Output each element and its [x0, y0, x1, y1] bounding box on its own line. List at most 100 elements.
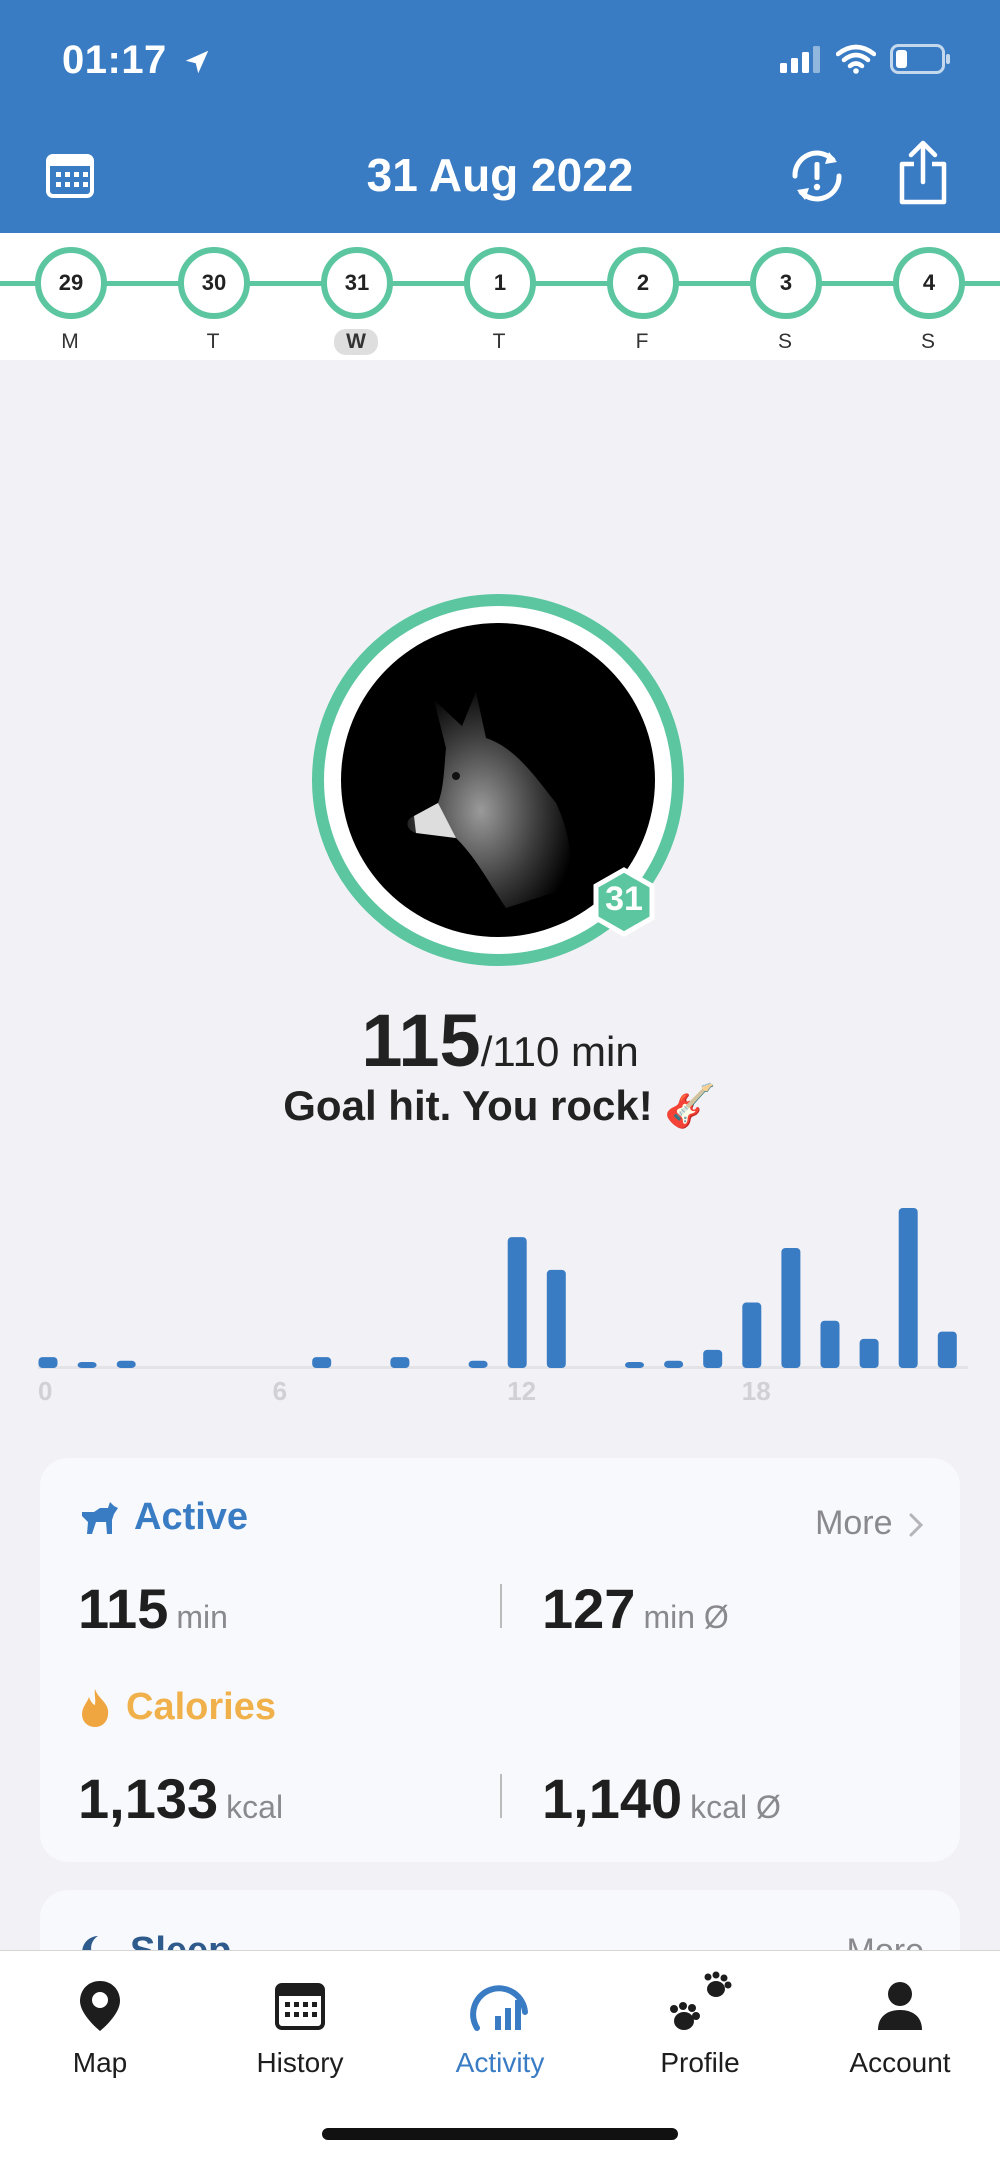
app-header: 01:17 31 Aug 2022	[0, 0, 1000, 233]
chart-bar-hour-19	[781, 1248, 801, 1368]
chart-bar-hour-11	[468, 1360, 488, 1368]
active-minutes-value: 115	[361, 999, 481, 1082]
day-badge-text: 31	[605, 880, 643, 918]
active-value: 115	[78, 1577, 169, 1640]
chart-bar-hour-16	[664, 1360, 684, 1368]
calories-avg-value: 1,140	[542, 1767, 683, 1830]
day-number: 2	[607, 247, 679, 319]
sync-alert-button[interactable]	[785, 146, 849, 211]
home-indicator	[322, 2128, 678, 2140]
battery-icon	[890, 44, 950, 74]
page-title: 31 Aug 2022	[366, 149, 634, 201]
day-number: 1	[464, 247, 536, 319]
person-icon	[878, 1982, 922, 2030]
signal-icon	[780, 46, 820, 73]
day-3[interactable]: 3 S	[750, 247, 822, 355]
active-header: Active	[78, 1496, 248, 1539]
day-number: 30	[178, 247, 250, 319]
tab-label: History	[256, 2047, 344, 2078]
dog-avatar[interactable]: 31	[306, 588, 690, 972]
calories-avg-unit: kcal Ø	[690, 1789, 781, 1825]
chart-tick-label: 0	[38, 1376, 52, 1406]
calendar-icon	[275, 1983, 325, 2030]
day-number: 3	[750, 247, 822, 319]
tab-history[interactable]: History	[200, 1971, 400, 2079]
goal-minutes: /110 min	[480, 1028, 639, 1075]
activity-score: 115/110 min	[0, 998, 1000, 1083]
active-minutes-stat: 115 min	[78, 1576, 228, 1641]
chart-tick-label: 12	[507, 1376, 536, 1406]
calories-title: Calories	[126, 1686, 276, 1728]
tab-activity[interactable]: Activity	[400, 1971, 600, 2079]
sync-alert-icon	[792, 150, 842, 202]
day-number: 4	[893, 247, 965, 319]
status-icons	[780, 44, 952, 74]
chart-bar-hour-15	[625, 1362, 644, 1368]
hourly-activity-chart: 0 6 12 18	[30, 1200, 970, 1420]
chart-bar-hour-0	[38, 1357, 58, 1368]
day-30[interactable]: 30 T	[178, 247, 250, 355]
day-letter: S	[777, 330, 792, 353]
chart-bar-hour-1	[77, 1362, 97, 1368]
tab-label: Profile	[660, 2047, 740, 2078]
chart-tick-label: 6	[273, 1376, 287, 1406]
day-1[interactable]: 1 T	[464, 247, 536, 355]
walking-dog-icon	[82, 1501, 118, 1534]
tab-label: Activity	[455, 2047, 545, 2078]
tab-label: Account	[849, 2047, 951, 2078]
chart-bar-hour-13	[546, 1269, 566, 1368]
status-time-text: 01:17	[62, 38, 167, 82]
week-strip: 29 M 30 T 31 W 1 T 2 F 3 S 4 S	[0, 233, 1000, 360]
tab-map[interactable]: Map	[0, 1971, 200, 2079]
active-average-stat: 127 min Ø	[542, 1576, 729, 1641]
map-pin-icon	[80, 1981, 120, 2031]
day-letter: F	[635, 330, 649, 353]
chart-bar-hour-17	[703, 1349, 723, 1368]
location-arrow-icon	[186, 51, 209, 74]
share-button[interactable]	[896, 140, 950, 211]
chart-bar-hour-21	[859, 1338, 879, 1368]
calories-stat: 1,133 kcal	[78, 1766, 283, 1831]
active-more-link[interactable]: More	[815, 1504, 924, 1543]
chart-bar-hour-2	[116, 1360, 136, 1368]
day-31-selected[interactable]: 31 W	[321, 247, 393, 355]
tab-profile[interactable]: Profile	[600, 1971, 800, 2079]
hourly-activity-svg: 0 6 12 18	[38, 1208, 968, 1406]
wifi-icon	[836, 44, 876, 74]
day-letter: S	[920, 330, 935, 353]
day-letter: T	[492, 330, 506, 353]
activity-stats-card: Active More 115 min 127 min Ø Calories 1,1…	[40, 1458, 960, 1862]
status-time: 01:17	[62, 38, 212, 83]
more-label: More	[815, 1504, 893, 1542]
chart-bar-hour-18	[742, 1302, 762, 1368]
active-avg-value: 127	[542, 1577, 636, 1640]
day-number: 29	[35, 247, 107, 319]
day-number: 31	[321, 247, 393, 319]
calories-average-stat: 1,140 kcal Ø	[542, 1766, 781, 1831]
activity-gauge-icon	[470, 1985, 528, 2031]
stat-divider	[500, 1584, 502, 1628]
chart-bar-hour-7	[312, 1357, 332, 1368]
day-letter: M	[61, 330, 79, 353]
calories-value: 1,133	[78, 1767, 219, 1830]
chart-bar-hour-9	[390, 1357, 410, 1368]
day-2[interactable]: 2 F	[607, 247, 679, 355]
day-letter: T	[206, 330, 220, 353]
active-unit: min	[176, 1599, 228, 1635]
calories-header: Calories	[78, 1686, 276, 1729]
tab-account[interactable]: Account	[800, 1971, 1000, 2079]
paw-icon	[670, 1971, 732, 2030]
day-4[interactable]: 4 S	[893, 247, 965, 355]
chevron-right-icon	[909, 1513, 924, 1537]
tab-label: Map	[72, 2047, 128, 2078]
chart-bar-hour-23	[937, 1331, 957, 1368]
chart-bar-hour-12	[507, 1237, 527, 1368]
active-avg-unit: min Ø	[643, 1599, 729, 1635]
flame-icon	[82, 1688, 109, 1727]
chart-tick-label: 18	[742, 1376, 771, 1406]
chart-bar-hour-22	[898, 1208, 918, 1368]
day-29[interactable]: 29 M	[35, 247, 107, 355]
active-title: Active	[134, 1496, 249, 1538]
calories-unit: kcal	[226, 1789, 284, 1825]
stat-divider	[500, 1774, 502, 1818]
